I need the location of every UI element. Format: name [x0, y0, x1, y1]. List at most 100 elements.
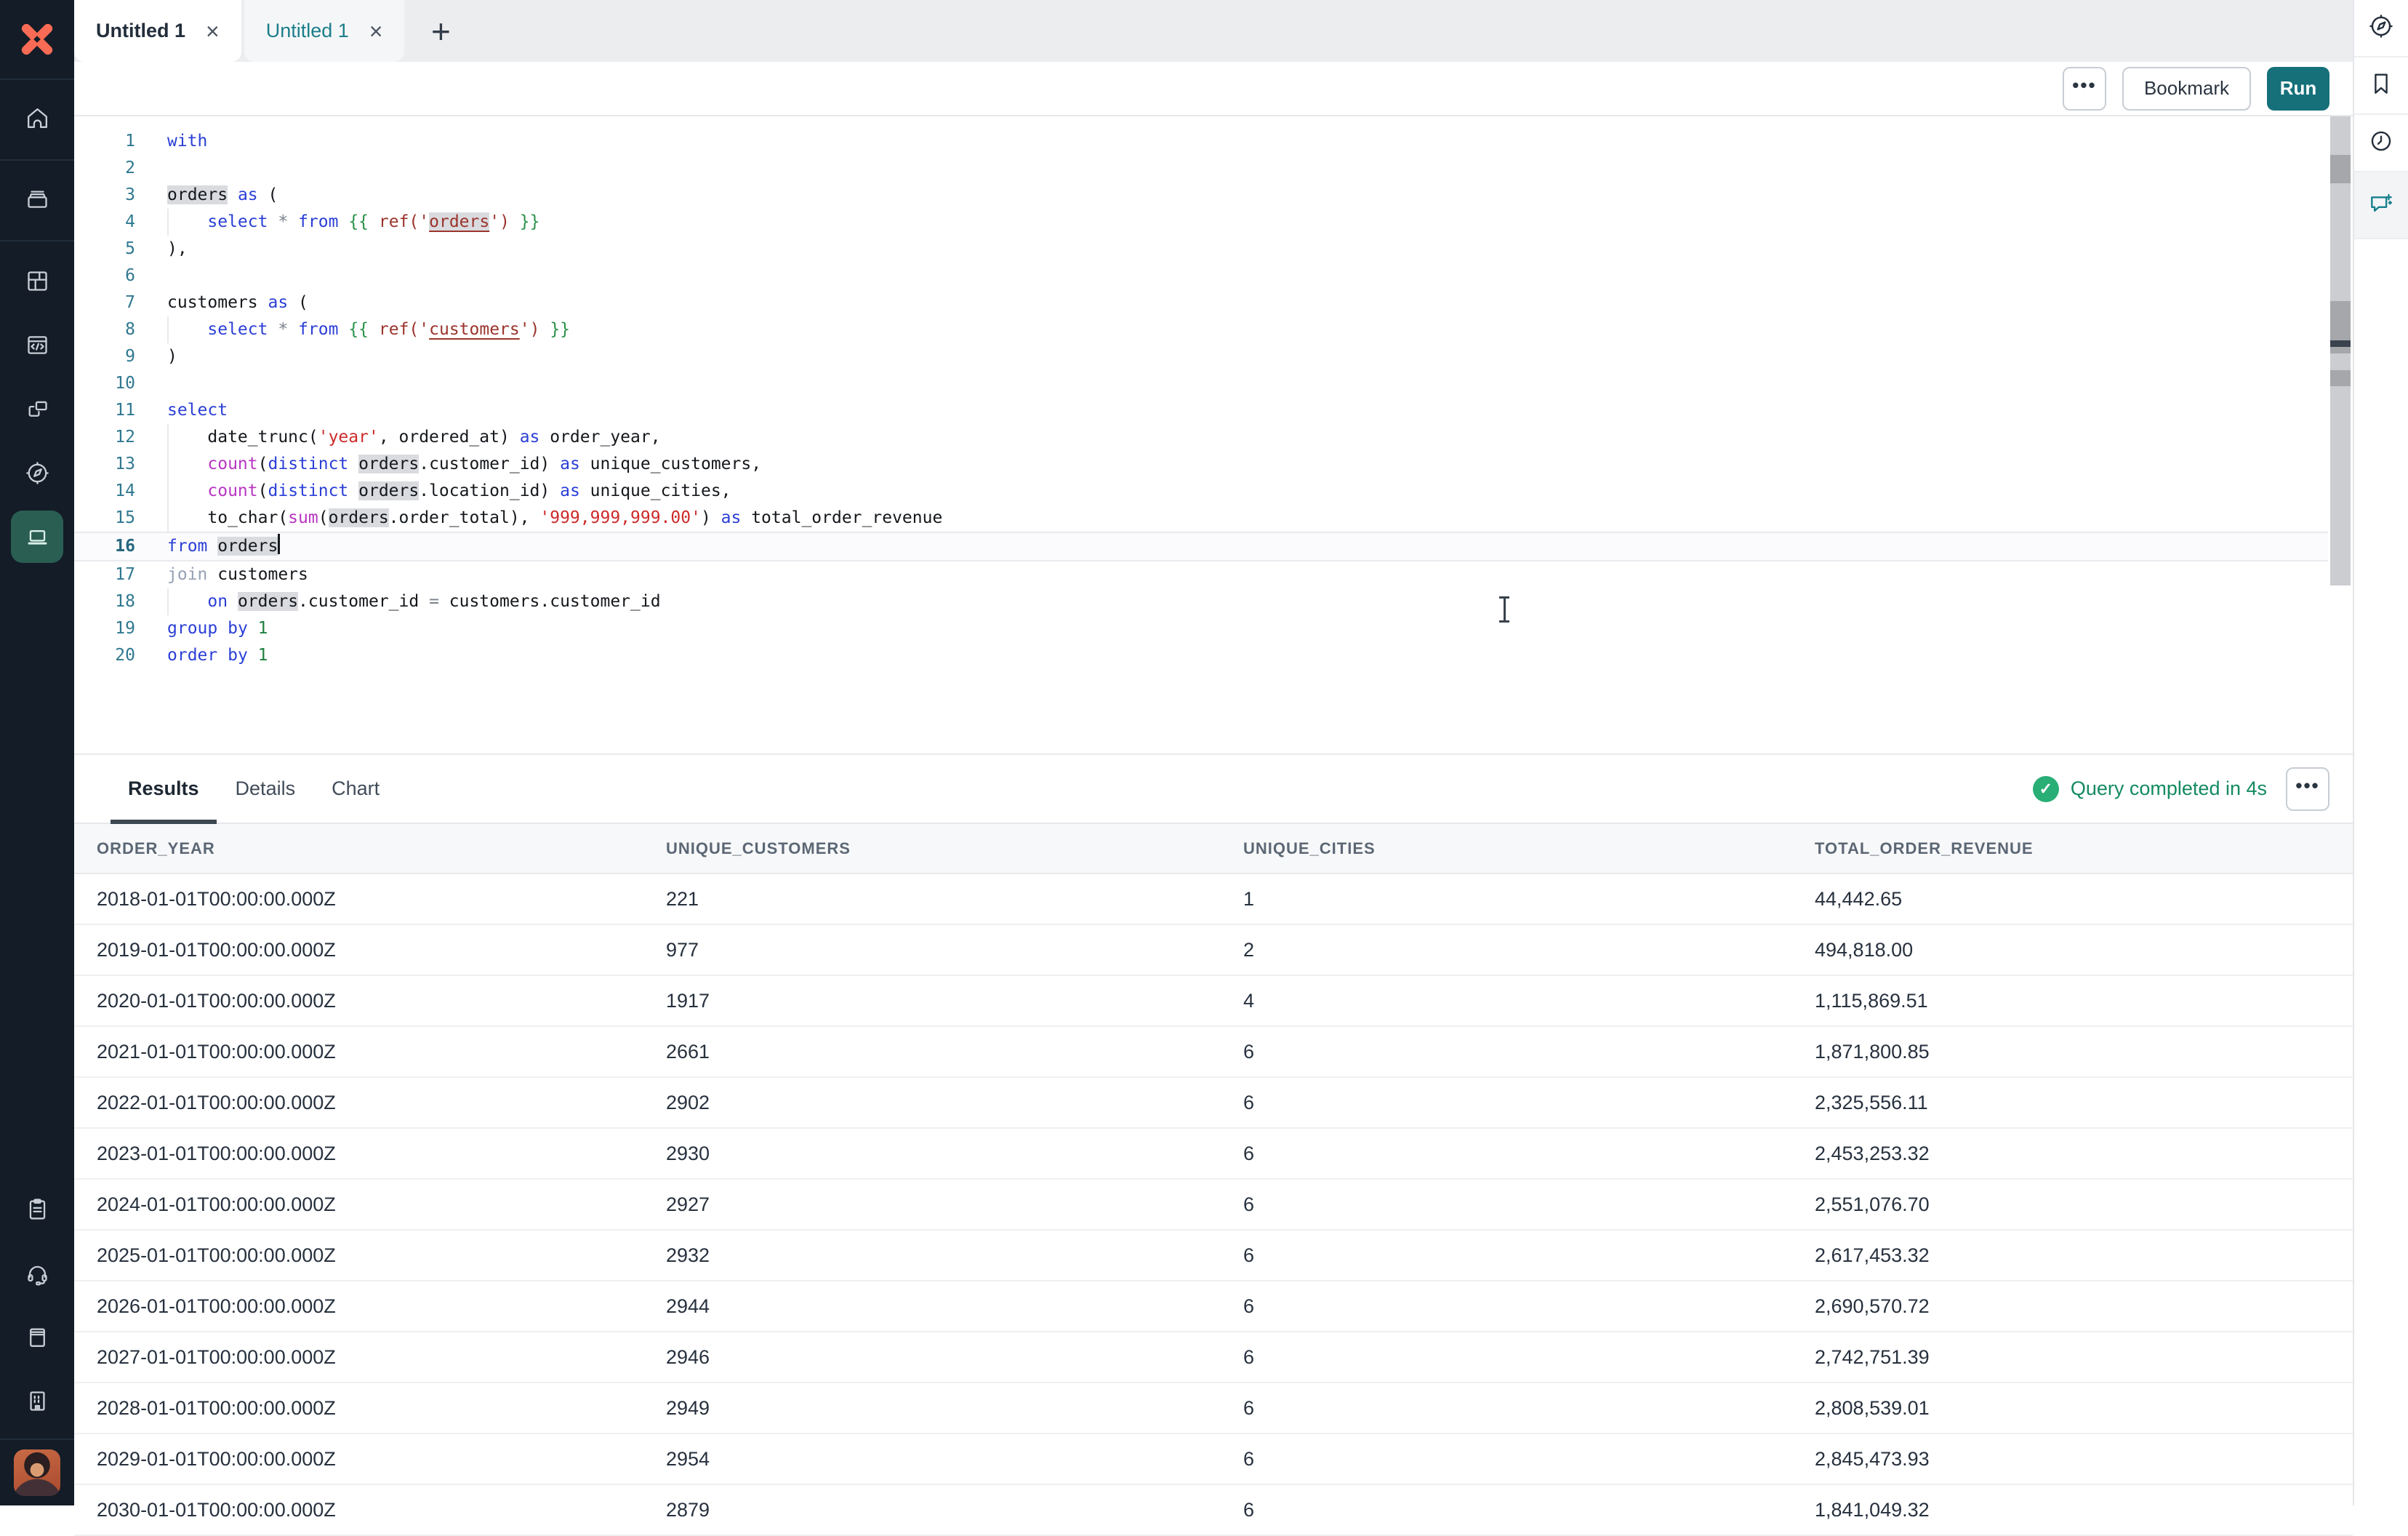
table-row[interactable]: 2027-01-01T00:00:00.000Z294662,742,751.3…	[74, 1332, 2353, 1383]
sidebar-home-icon[interactable]	[0, 80, 74, 161]
rail-bookmark-icon[interactable]	[2354, 57, 2408, 115]
table-row[interactable]: 2022-01-01T00:00:00.000Z290262,325,556.1…	[74, 1078, 2353, 1129]
line-number: 13	[74, 451, 135, 478]
tab-results[interactable]: Results	[115, 755, 212, 823]
table-row[interactable]: 2028-01-01T00:00:00.000Z294962,808,539.0…	[74, 1383, 2353, 1434]
close-tab-icon[interactable]: ×	[206, 20, 220, 43]
table-row[interactable]: 2029-01-01T00:00:00.000Z295462,845,473.9…	[74, 1434, 2353, 1485]
code-token: =	[429, 592, 439, 611]
scrollbar-thumb[interactable]	[2330, 370, 2351, 386]
table-cell: 2,690,570.72	[1815, 1295, 2353, 1318]
new-tab-button[interactable]: +	[420, 11, 461, 52]
code-token: 'year'	[318, 428, 379, 447]
code-token: {{	[348, 320, 369, 339]
table-cell: 977	[666, 939, 1243, 961]
code-token: date_trunc(	[167, 428, 318, 447]
table-cell: 6	[1243, 1092, 1815, 1114]
sidebar-terminal-icon[interactable]	[0, 505, 74, 569]
table-cell: 4	[1243, 990, 1815, 1012]
sidebar-headset-icon[interactable]	[0, 1241, 74, 1305]
rail-compass-icon[interactable]	[2354, 0, 2408, 57]
sidebar-book-icon[interactable]	[0, 1305, 74, 1369]
code-token	[167, 212, 207, 231]
tab-label: Untitled 1	[266, 20, 349, 42]
sql-editor[interactable]: 1with23orders as (4 select * from {{ ref…	[74, 116, 2353, 753]
code-token: (	[258, 455, 268, 473]
table-row[interactable]: 2021-01-01T00:00:00.000Z266161,871,800.8…	[74, 1027, 2353, 1078]
hex-logo[interactable]	[0, 0, 74, 80]
table-cell: 2020-01-01T00:00:00.000Z	[97, 990, 666, 1012]
code-token: as	[268, 293, 288, 312]
code-token: , ordered_at)	[379, 428, 520, 447]
table-row[interactable]: 2019-01-01T00:00:00.000Z9772494,818.00	[74, 925, 2353, 976]
table-cell: 2944	[666, 1295, 1243, 1318]
table-row[interactable]: 2023-01-01T00:00:00.000Z293062,453,253.3…	[74, 1129, 2353, 1180]
tab-bar: Untitled 1 × Untitled 1 × +	[74, 0, 2353, 62]
code-token: orders	[429, 212, 489, 231]
code-line-content: ),	[135, 236, 188, 263]
check-circle-icon: ✓	[2033, 776, 2059, 802]
rail-clock-icon[interactable]	[2354, 115, 2408, 172]
close-tab-icon[interactable]: ×	[369, 20, 383, 43]
code-token: join	[167, 565, 207, 584]
sidebar-footer	[0, 1177, 74, 1505]
sidebar-code-window-icon[interactable]	[0, 313, 74, 377]
sidebar-clipboard-icon[interactable]	[0, 1177, 74, 1241]
table-cell: 6	[1243, 1193, 1815, 1216]
code-token: as	[721, 508, 742, 527]
line-number: 7	[74, 289, 135, 316]
table-cell: 2022-01-01T00:00:00.000Z	[97, 1092, 666, 1114]
code-token: customers	[207, 565, 308, 584]
table-cell: 2,617,453.32	[1815, 1244, 2353, 1267]
scrollbar-thumb[interactable]	[2330, 155, 2351, 183]
code-token: 1	[258, 619, 268, 638]
rail-ai-chat-icon[interactable]	[2354, 172, 2408, 239]
left-sidebar	[0, 0, 74, 1505]
table-row[interactable]: 2018-01-01T00:00:00.000Z221144,442.65	[74, 874, 2353, 925]
table-row[interactable]: 2024-01-01T00:00:00.000Z292762,551,076.7…	[74, 1180, 2353, 1231]
sidebar-inbox-icon[interactable]	[0, 161, 74, 241]
code-token	[217, 619, 228, 638]
code-token: (	[288, 293, 308, 312]
mouse-text-cursor	[1496, 596, 1512, 623]
table-row[interactable]: 2030-01-01T00:00:00.000Z287961,841,049.3…	[74, 1485, 2353, 1536]
code-line-8: 8 select * from {{ ref('customers') }}	[74, 316, 2328, 343]
code-token: as	[560, 481, 580, 500]
line-number: 19	[74, 615, 135, 642]
code-token: (	[258, 481, 268, 500]
code-token	[167, 592, 207, 611]
table-cell: 2,845,473.93	[1815, 1448, 2353, 1471]
run-button[interactable]: Run	[2267, 67, 2329, 111]
editor-scrollbar[interactable]	[2330, 116, 2351, 585]
sidebar-building-icon[interactable]	[0, 1369, 74, 1433]
code-token	[539, 320, 550, 339]
headset-icon	[24, 1260, 51, 1287]
code-token: *	[278, 320, 288, 339]
tab-details[interactable]: Details	[222, 755, 309, 823]
table-cell: 2030-01-01T00:00:00.000Z	[97, 1499, 666, 1521]
table-cell: 2026-01-01T00:00:00.000Z	[97, 1295, 666, 1318]
table-row[interactable]: 2025-01-01T00:00:00.000Z293262,617,453.3…	[74, 1231, 2353, 1281]
line-number: 11	[74, 397, 135, 424]
user-avatar[interactable]	[14, 1449, 60, 1496]
code-token	[288, 212, 298, 231]
table-row[interactable]: 2026-01-01T00:00:00.000Z294462,690,570.7…	[74, 1281, 2353, 1332]
code-token: '999,999,999.00'	[539, 508, 701, 527]
more-options-button[interactable]: •••	[2063, 67, 2106, 111]
sidebar-dashboard-icon[interactable]	[0, 249, 74, 313]
book-icon	[24, 1324, 51, 1351]
bookmark-button[interactable]: Bookmark	[2122, 67, 2251, 111]
code-line-content: select	[135, 397, 228, 424]
tab-chart[interactable]: Chart	[318, 755, 393, 823]
table-cell: 2,325,556.11	[1815, 1092, 2353, 1114]
code-token: select	[207, 320, 268, 339]
tab-untitled-1[interactable]: Untitled 1 ×	[74, 0, 241, 62]
code-token: from	[298, 320, 338, 339]
sidebar-apps-icon[interactable]	[0, 377, 74, 441]
table-row[interactable]: 2020-01-01T00:00:00.000Z191741,115,869.5…	[74, 976, 2353, 1027]
results-more-button[interactable]: •••	[2286, 767, 2329, 811]
terminal-icon	[11, 511, 63, 563]
code-line-17: 17join customers	[74, 561, 2328, 588]
tab-untitled-2[interactable]: Untitled 1 ×	[244, 0, 405, 62]
sidebar-compass-icon[interactable]	[0, 441, 74, 505]
